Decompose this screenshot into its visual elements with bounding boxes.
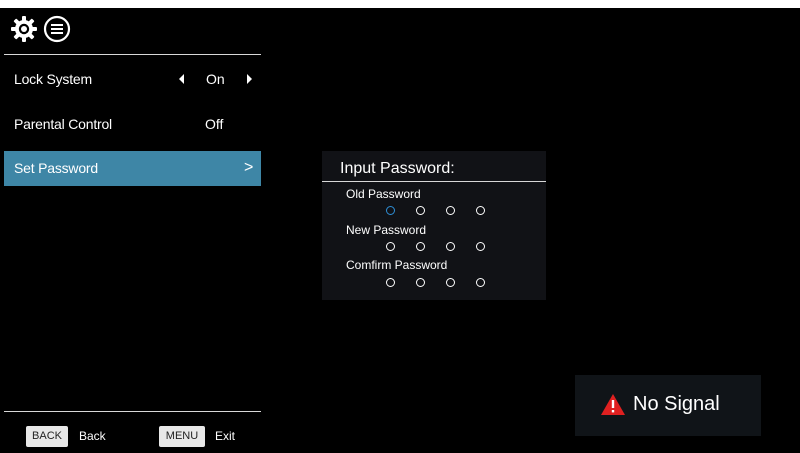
menu-item-label: Set Password — [14, 160, 98, 176]
pin-digit[interactable] — [446, 242, 455, 251]
dialog-title: Input Password: — [340, 160, 455, 177]
pin-digit[interactable] — [446, 278, 455, 287]
pin-digit[interactable] — [386, 278, 395, 287]
confirm-password-label: Comfirm Password — [346, 258, 448, 272]
arrow-left-icon[interactable] — [179, 74, 184, 84]
warning-icon — [600, 393, 626, 416]
pin-digit[interactable] — [446, 206, 455, 215]
new-password-label: New Password — [346, 223, 427, 237]
pin-digit[interactable] — [476, 242, 485, 251]
settings-sidebar: Lock System On Parental Control Off Set … — [0, 8, 261, 453]
menu-item-set-password[interactable]: Set Password > — [4, 151, 261, 186]
password-dialog: Input Password: Old Password New Passwor… — [322, 151, 546, 300]
menu-item-parental-control[interactable]: Parental Control Off — [4, 107, 261, 142]
exit-label: Exit — [215, 429, 236, 443]
pin-digit[interactable] — [386, 242, 395, 251]
menu-item-lock-system[interactable]: Lock System On — [4, 62, 261, 97]
bottom-divider — [4, 411, 261, 412]
back-key[interactable]: BACK — [26, 426, 68, 447]
dialog-divider — [322, 181, 546, 182]
top-divider — [4, 54, 261, 55]
pin-digit[interactable] — [386, 206, 395, 215]
confirm-password-input[interactable] — [386, 278, 496, 290]
sidebar-header — [0, 8, 261, 56]
no-signal-banner: No Signal — [575, 375, 761, 436]
pin-digit[interactable] — [476, 278, 485, 287]
new-password-input[interactable] — [386, 242, 496, 254]
pin-digit[interactable] — [416, 206, 425, 215]
pin-digit[interactable] — [416, 242, 425, 251]
pin-digit[interactable] — [476, 206, 485, 215]
pin-digit[interactable] — [416, 278, 425, 287]
no-signal-text: No Signal — [633, 393, 720, 415]
menu-key[interactable]: MENU — [159, 426, 205, 447]
gear-icon[interactable] — [10, 15, 38, 43]
chevron-right-icon: > — [244, 159, 254, 176]
old-password-label: Old Password — [346, 187, 421, 201]
tv-screen: Lock System On Parental Control Off Set … — [0, 8, 800, 453]
menu-item-label: Parental Control — [14, 116, 112, 132]
arrow-right-icon[interactable] — [247, 74, 252, 84]
menu-item-label: Lock System — [14, 71, 92, 87]
old-password-input[interactable] — [386, 206, 496, 218]
menu-item-value: Off — [205, 116, 224, 132]
back-label: Back — [79, 429, 106, 443]
menu-item-value: On — [206, 71, 225, 87]
list-icon[interactable] — [43, 15, 71, 43]
